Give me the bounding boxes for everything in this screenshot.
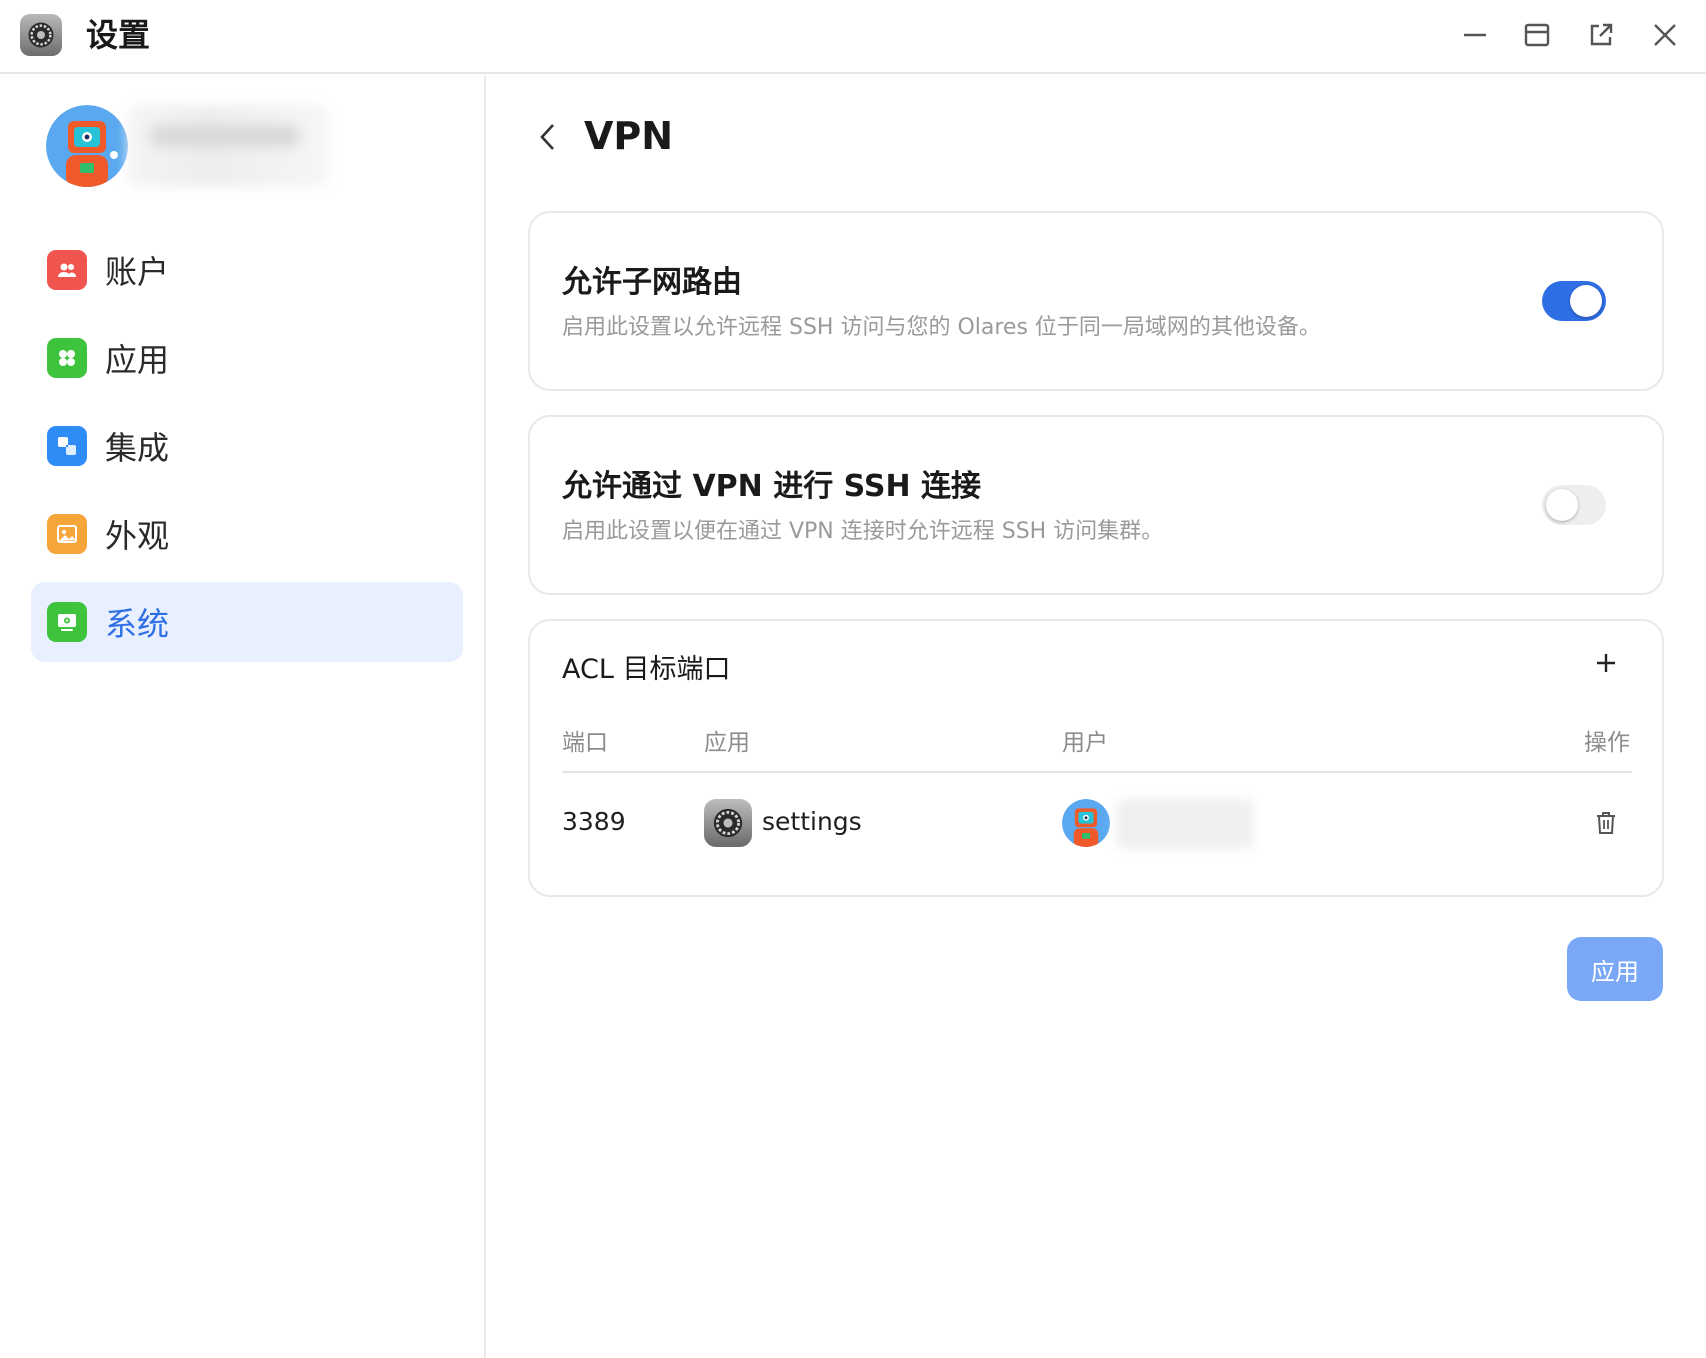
- delete-button[interactable]: [1588, 805, 1624, 841]
- ssh-over-vpn-title: 允许通过 VPN 进行 SSH 连接: [562, 469, 982, 504]
- sidebar-item-label: 系统: [105, 605, 170, 643]
- appearance-icon: [47, 514, 87, 554]
- maximize-icon[interactable]: [1518, 16, 1556, 54]
- column-header-port: 端口: [562, 730, 608, 756]
- subnet-routing-title: 允许子网路由: [562, 265, 742, 300]
- title-bar: 设置: [0, 0, 1706, 74]
- user-name-redacted: [128, 105, 328, 187]
- minimize-icon[interactable]: [1456, 16, 1494, 54]
- apps-icon: [47, 338, 87, 378]
- acl-title: ACL 目标端口: [562, 654, 731, 685]
- apply-button[interactable]: 应用: [1567, 937, 1663, 1001]
- main-panel: VPN 允许子网路由 启用此设置以允许远程 SSH 访问与您的 Olares 位…: [488, 75, 1706, 1358]
- chevron-left-icon: [540, 124, 554, 150]
- page-title: VPN: [584, 114, 674, 158]
- sidebar-item-appearance[interactable]: 外观: [31, 494, 463, 574]
- acl-card: ACL 目标端口 端口 应用 用户 操作 3389 settings: [528, 619, 1664, 897]
- table-divider: [562, 771, 1632, 773]
- sidebar-item-label: 集成: [105, 429, 170, 467]
- sidebar-item-apps[interactable]: 应用: [31, 318, 463, 398]
- user-avatar[interactable]: [46, 105, 128, 187]
- subnet-routing-description: 启用此设置以允许远程 SSH 访问与您的 Olares 位于同一局域网的其他设备…: [562, 315, 1321, 340]
- user-name-redacted: [1116, 799, 1254, 849]
- port-cell: 3389: [562, 807, 626, 836]
- ssh-over-vpn-card: 允许通过 VPN 进行 SSH 连接 启用此设置以便在通过 VPN 连接时允许远…: [528, 415, 1664, 595]
- plus-icon: [1597, 654, 1615, 672]
- integration-icon: [47, 426, 87, 466]
- sidebar-nav: 账户 应用 集成 外观 系统: [31, 230, 463, 670]
- sidebar-item-system[interactable]: 系统: [31, 582, 463, 662]
- ssh-over-vpn-toggle[interactable]: [1542, 485, 1606, 525]
- column-header-action: 操作: [1584, 730, 1630, 756]
- sidebar-item-account[interactable]: 账户: [31, 230, 463, 310]
- add-port-button[interactable]: [1588, 645, 1624, 681]
- settings-app-icon: [704, 799, 752, 847]
- account-icon: [47, 250, 87, 290]
- column-header-user: 用户: [1062, 730, 1108, 756]
- subnet-routing-toggle[interactable]: [1542, 281, 1606, 321]
- system-icon: [47, 602, 87, 642]
- sidebar-item-label: 应用: [105, 341, 170, 379]
- close-icon[interactable]: [1646, 16, 1684, 54]
- sidebar-item-label: 账户: [105, 253, 170, 291]
- trash-icon: [1597, 812, 1615, 834]
- window-title: 设置: [86, 16, 151, 54]
- sidebar: 账户 应用 集成 外观 系统: [0, 75, 486, 1358]
- column-header-app: 应用: [704, 730, 750, 756]
- ssh-over-vpn-description: 启用此设置以便在通过 VPN 连接时允许远程 SSH 访问集群。: [562, 519, 1164, 544]
- back-button[interactable]: [530, 113, 566, 161]
- settings-app-icon: [20, 14, 62, 56]
- open-external-icon[interactable]: [1582, 16, 1620, 54]
- subnet-routing-card: 允许子网路由 启用此设置以允许远程 SSH 访问与您的 Olares 位于同一局…: [528, 211, 1664, 391]
- user-avatar: [1062, 799, 1110, 847]
- sidebar-item-label: 外观: [105, 517, 170, 555]
- app-name-cell: settings: [762, 807, 862, 836]
- sidebar-item-integration[interactable]: 集成: [31, 406, 463, 486]
